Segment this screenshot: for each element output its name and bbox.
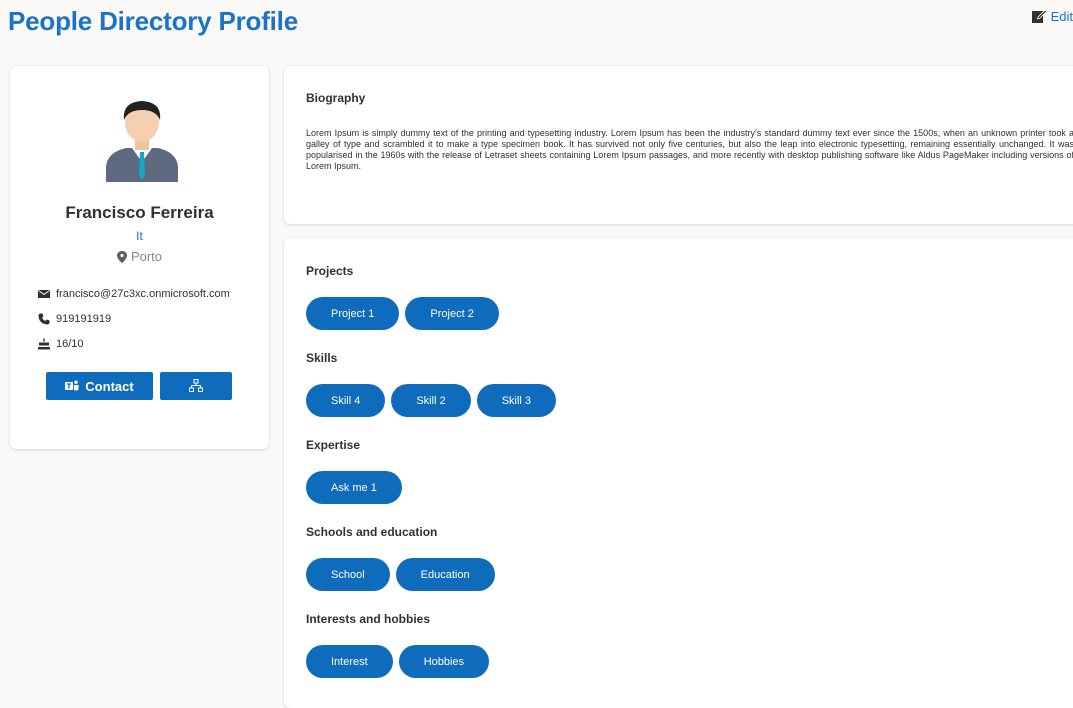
page-title: People Directory Profile [8, 6, 298, 36]
projects-title: Projects [306, 264, 354, 278]
teams-icon [65, 380, 79, 391]
details-card: Projects Project 1 Project 2 Skills Skil… [284, 238, 1073, 708]
education-title: Schools and education [306, 525, 438, 539]
skills-title: Skills [306, 351, 338, 365]
org-chart-icon [189, 379, 203, 392]
project-pill[interactable]: Project 1 [306, 297, 400, 330]
birthday-value: 16/10 [56, 338, 84, 350]
profile-location: Porto [10, 249, 269, 264]
biography-card: Biography Lorem Ipsum is simply dummy te… [284, 66, 1073, 224]
education-pill[interactable]: Education [395, 558, 495, 591]
contact-label: Contact [85, 378, 134, 394]
project-pill[interactable]: Project 2 [405, 297, 499, 330]
edit-button[interactable]: Edit [1031, 8, 1073, 24]
biography-title: Biography [306, 91, 366, 105]
profile-card: Francisco Ferreira It Porto francisco@27… [10, 66, 269, 449]
expertise-pill[interactable]: Ask me 1 [306, 471, 402, 504]
location-label: Porto [130, 249, 163, 264]
avatar [106, 101, 178, 182]
phone-row[interactable]: 919191919 [38, 313, 111, 325]
org-chart-button[interactable] [160, 372, 232, 400]
contact-button[interactable]: Contact [46, 372, 153, 400]
location-pin-icon [116, 250, 127, 263]
phone-icon [38, 313, 50, 325]
skill-pill[interactable]: Skill 3 [476, 384, 557, 417]
interests-list: Interest Hobbies [306, 645, 490, 678]
projects-list: Project 1 Project 2 [306, 297, 499, 330]
expertise-list: Ask me 1 [306, 471, 402, 504]
expertise-title: Expertise [306, 438, 361, 452]
edit-label: Edit [1050, 8, 1073, 24]
edit-icon [1031, 9, 1047, 23]
interests-title: Interests and hobbies [306, 612, 431, 626]
skills-list: Skill 4 Skill 2 Skill 3 [306, 384, 557, 417]
profile-department: It [136, 229, 143, 243]
education-list: School Education [306, 558, 495, 591]
biography-text: Lorem Ipsum is simply dummy text of the … [306, 128, 1073, 171]
birthday-cake-icon [38, 338, 50, 350]
mail-icon [38, 290, 50, 298]
phone-value: 919191919 [56, 313, 112, 325]
email-row[interactable]: francisco@27c3xc.onmicrosoft.com [38, 288, 230, 300]
interest-pill[interactable]: Hobbies [398, 645, 490, 678]
email-value: francisco@27c3xc.onmicrosoft.com [56, 288, 230, 300]
skill-pill[interactable]: Skill 2 [391, 384, 471, 417]
birthday-row: 16/10 [38, 338, 84, 350]
skill-pill[interactable]: Skill 4 [306, 384, 386, 417]
education-pill[interactable]: School [306, 558, 390, 591]
profile-name: Francisco Ferreira [65, 203, 214, 222]
interest-pill[interactable]: Interest [306, 645, 393, 678]
